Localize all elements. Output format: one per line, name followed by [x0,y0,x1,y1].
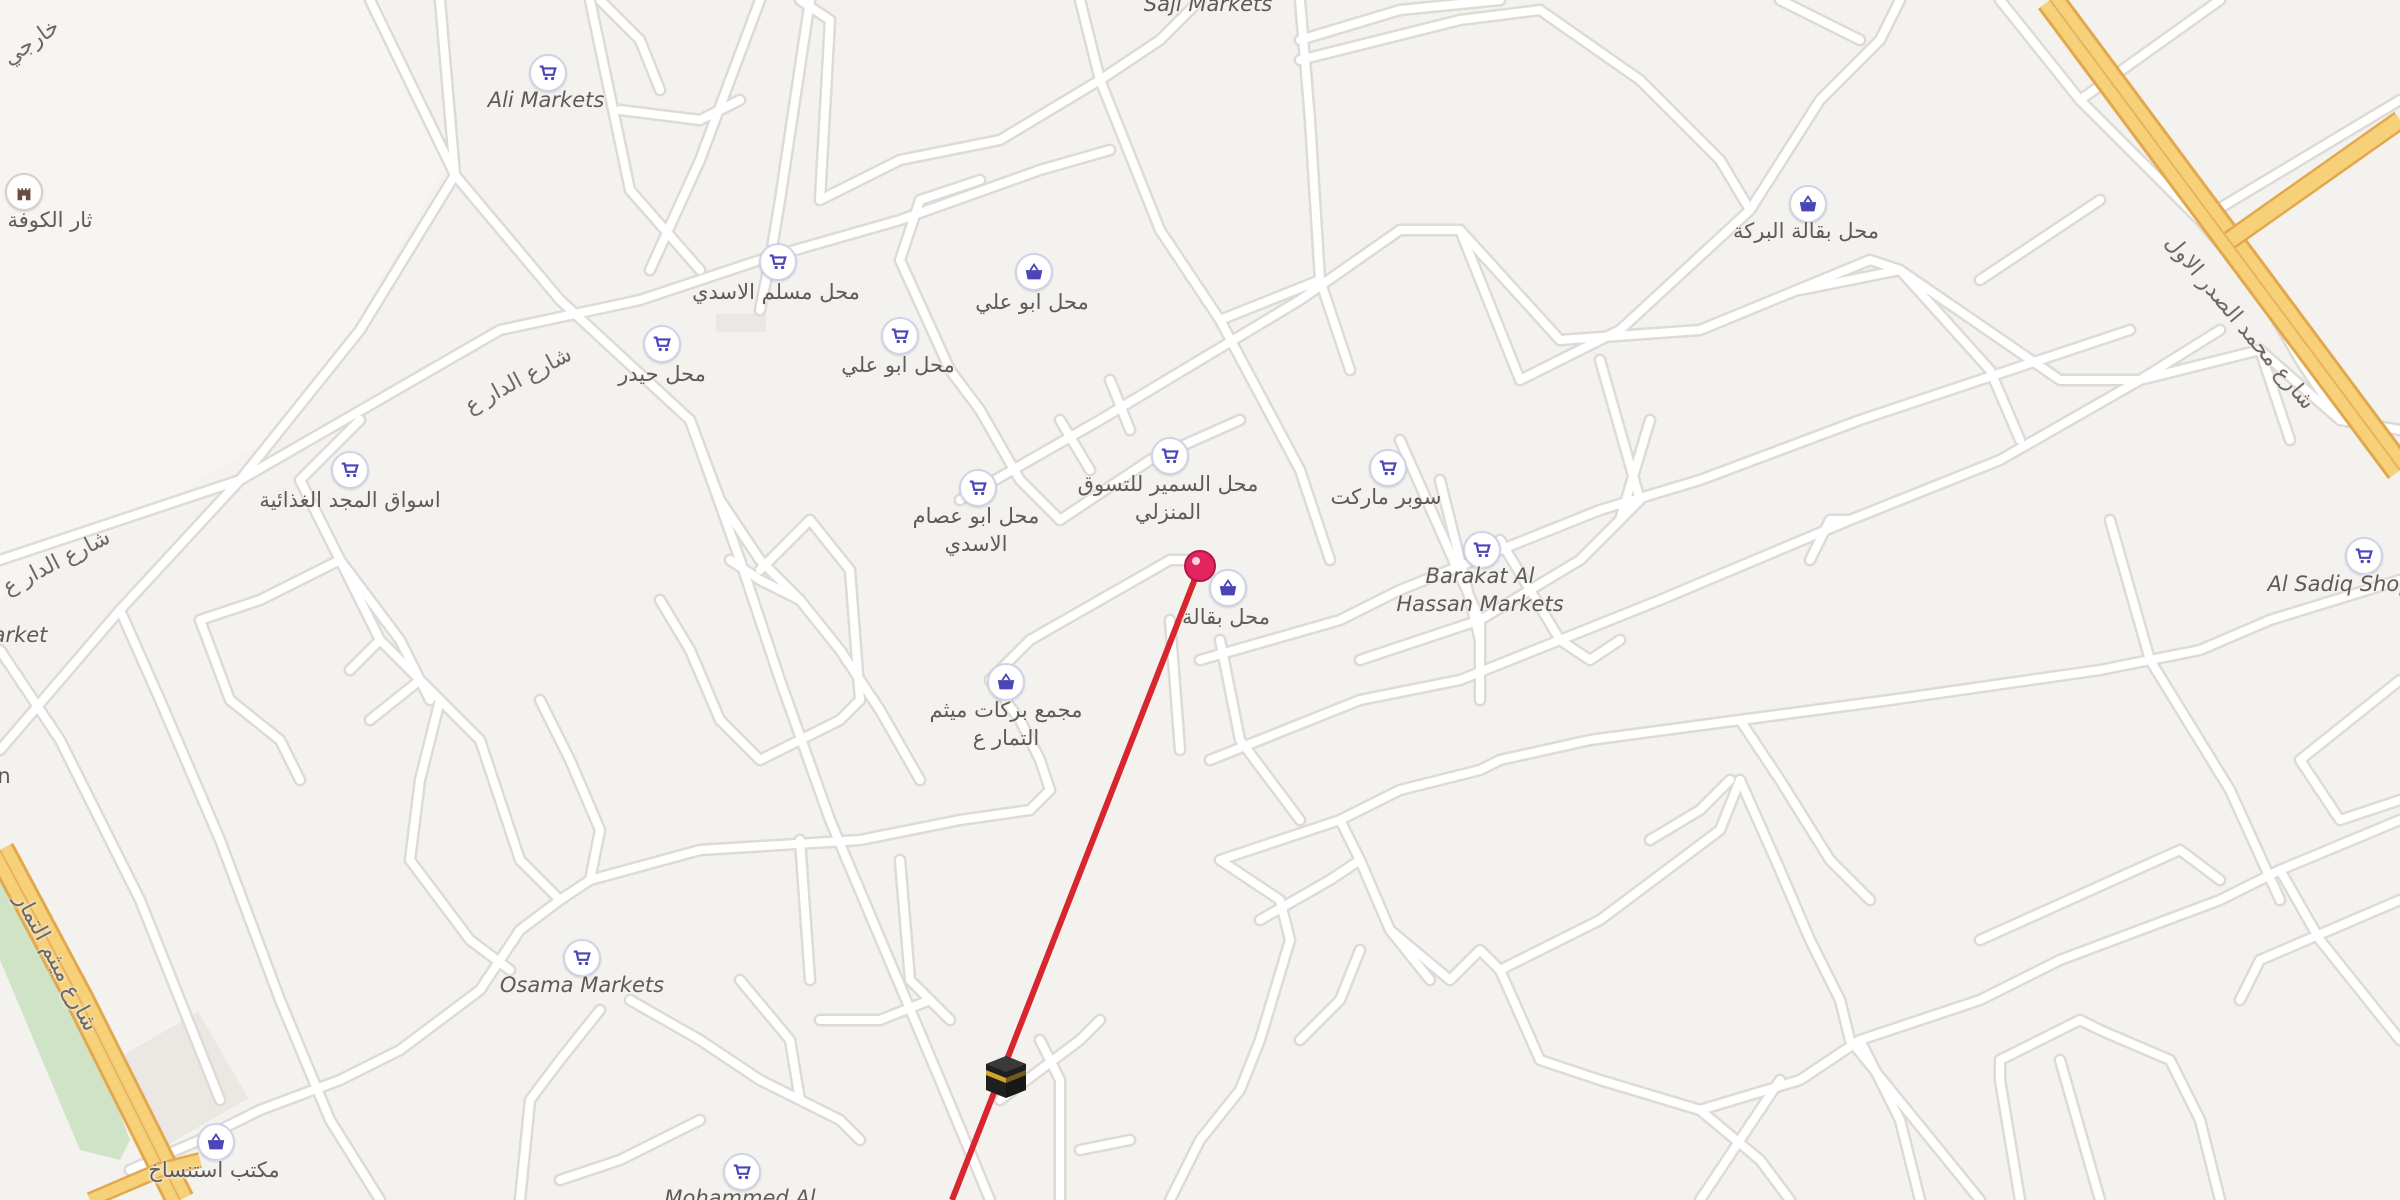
shopping-cart-icon [969,480,987,496]
partial-label-saji: Saji Markets [1143,0,1273,16]
shopping-basket-icon [207,1133,225,1150]
qibla-direction-line [949,564,1203,1200]
poi-label: محل بقالة البركة [1733,219,1879,243]
poi-label: Barakat Al Hassan Markets [1396,564,1564,616]
poi-label: Al Sadiq Shop [2267,572,2400,596]
shopping-cart-icon [1161,448,1179,464]
shopping-cart-icon [733,1164,751,1180]
shopping-cart-icon [653,336,671,352]
poi-label: محل ابو علي [841,353,955,377]
poi-abu-ali-2[interactable] [881,317,919,355]
location-pin-icon[interactable] [1182,548,1218,584]
map-view[interactable]: Ali Markets ثار الكوفة محل مسلم الاسدي م… [0,0,2400,1200]
shopping-cart-icon [573,950,591,966]
shopping-cart-icon [769,254,787,270]
poi-label: سوبر ماركت [1330,485,1442,509]
partial-label-market: arket [0,623,48,647]
poi-label: ثار الكوفة [7,208,93,232]
shopping-basket-icon [1799,195,1817,212]
poi-label: محل حيدر [618,362,706,386]
poi-label: محل بقالة [1182,605,1270,629]
shopping-cart-icon [1473,542,1491,558]
poi-muslim-asadi[interactable] [759,243,797,281]
shopping-cart-icon [2355,548,2373,564]
fortress-icon [17,188,31,201]
poi-label: محل مسلم الاسدي [692,280,860,304]
poi-label: Osama Markets [499,973,665,997]
shopping-cart-icon [341,462,359,478]
map-base [0,0,2400,1200]
poi-label: محل ابو علي [975,290,1089,314]
poi-haidar[interactable] [643,325,681,363]
poi-abu-ali-1[interactable] [1015,253,1053,291]
shopping-basket-icon [1025,263,1043,280]
poi-label: محل ابو عصام الاسدي [912,504,1040,556]
shopping-basket-icon [997,673,1015,690]
shopping-cart-icon [539,65,557,81]
partial-label-n: n [0,764,11,788]
poi-label: اسواق المجد الغذائية [259,488,441,512]
kaaba-graphic [986,1056,1026,1098]
poi-label: محل السمير للتسوق المنزلي [1077,472,1259,524]
poi-label: Ali Markets [487,88,605,112]
shopping-cart-icon [1379,460,1397,476]
shopping-basket-icon [1219,579,1237,596]
poi-label: مجمع بركات ميثم التمار ع [929,698,1083,750]
poi-supermarket[interactable] [1369,449,1407,487]
kaaba-icon [980,1050,1032,1102]
pin-graphic [1184,550,1216,582]
poi-label: Mohammed Al [664,1186,816,1200]
poi-al-majd[interactable] [331,451,369,489]
poi-label: مكتب استنساخ [148,1158,280,1182]
building-small [716,314,766,332]
shopping-cart-icon [891,328,909,344]
